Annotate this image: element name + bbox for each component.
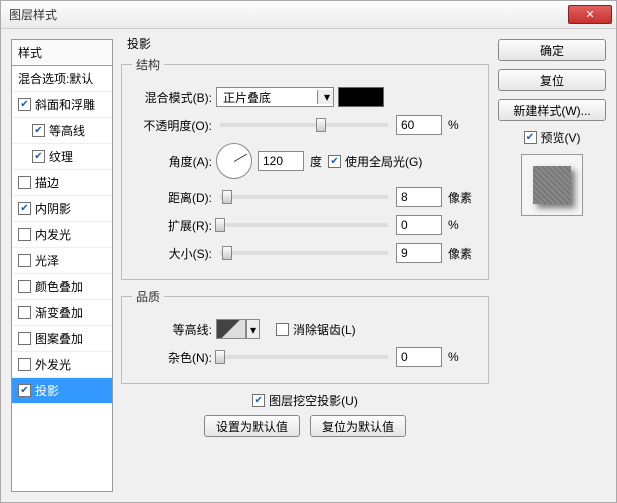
sidebar-item-5[interactable]: 内阴影 xyxy=(12,196,112,222)
contour-picker[interactable] xyxy=(216,319,246,339)
check-icon xyxy=(32,124,45,137)
check-icon xyxy=(18,332,31,345)
sidebar-item-1[interactable]: 斜面和浮雕 xyxy=(12,92,112,118)
global-light-checkbox[interactable]: 使用全局光(G) xyxy=(328,153,422,170)
angle-label: 角度(A): xyxy=(132,153,216,170)
sidebar-item-3[interactable]: 纹理 xyxy=(12,144,112,170)
set-default-button[interactable]: 设置为默认值 xyxy=(204,415,300,437)
size-input[interactable]: 9 xyxy=(396,243,442,263)
sidebar-item-4[interactable]: 描边 xyxy=(12,170,112,196)
sidebar-item-label: 等高线 xyxy=(49,122,85,139)
blend-mode-label: 混合模式(B): xyxy=(132,89,216,106)
check-icon xyxy=(18,384,31,397)
chevron-down-icon: ▾ xyxy=(317,90,333,104)
check-icon xyxy=(524,131,537,144)
check-icon xyxy=(18,176,31,189)
size-label: 大小(S): xyxy=(132,245,216,262)
check-icon xyxy=(18,98,31,111)
close-button[interactable]: ✕ xyxy=(568,5,612,24)
preview-thumbnail xyxy=(521,154,583,216)
angle-input[interactable]: 120 xyxy=(258,151,304,171)
check-icon xyxy=(18,202,31,215)
sidebar-item-6[interactable]: 内发光 xyxy=(12,222,112,248)
noise-slider[interactable] xyxy=(220,355,388,359)
distance-input[interactable]: 8 xyxy=(396,187,442,207)
ok-button[interactable]: 确定 xyxy=(498,39,606,61)
sidebar-item-label: 混合选项:默认 xyxy=(18,70,93,87)
sidebar-item-2[interactable]: 等高线 xyxy=(12,118,112,144)
drop-shadow-panel: 投影 结构 混合模式(B): 正片叠底 ▾ 不透明度(O): 60 % xyxy=(121,33,489,437)
sidebar-item-12[interactable]: 投影 xyxy=(12,378,112,404)
sidebar-item-label: 内发光 xyxy=(35,226,71,243)
check-icon xyxy=(18,358,31,371)
preview-sample xyxy=(533,166,571,204)
opacity-slider[interactable] xyxy=(220,123,388,127)
spread-slider[interactable] xyxy=(220,223,388,227)
check-icon xyxy=(252,394,265,407)
cancel-button[interactable]: 复位 xyxy=(498,69,606,91)
sidebar-item-8[interactable]: 颜色叠加 xyxy=(12,274,112,300)
check-icon xyxy=(32,150,45,163)
reset-default-button[interactable]: 复位为默认值 xyxy=(310,415,406,437)
layer-style-dialog: 图层样式 ✕ 样式 混合选项:默认斜面和浮雕等高线纹理描边内阴影内发光光泽颜色叠… xyxy=(0,0,617,503)
structure-legend: 结构 xyxy=(132,56,164,73)
sidebar-item-label: 内阴影 xyxy=(35,200,71,217)
sidebar-item-label: 渐变叠加 xyxy=(35,304,83,321)
opacity-unit: % xyxy=(448,118,478,132)
sidebar-item-9[interactable]: 渐变叠加 xyxy=(12,300,112,326)
style-list: 样式 混合选项:默认斜面和浮雕等高线纹理描边内阴影内发光光泽颜色叠加渐变叠加图案… xyxy=(11,39,113,492)
opacity-input[interactable]: 60 xyxy=(396,115,442,135)
spread-input[interactable]: 0 xyxy=(396,215,442,235)
check-icon xyxy=(18,254,31,267)
quality-group: 品质 等高线: ▾ 消除锯齿(L) 杂色(N): 0 % xyxy=(121,288,489,384)
sidebar-item-7[interactable]: 光泽 xyxy=(12,248,112,274)
spread-unit: % xyxy=(448,218,478,232)
check-icon xyxy=(18,306,31,319)
sidebar-item-label: 斜面和浮雕 xyxy=(35,96,95,113)
antialias-checkbox[interactable]: 消除锯齿(L) xyxy=(276,321,356,338)
sidebar-item-label: 外发光 xyxy=(35,356,71,373)
sidebar-item-0[interactable]: 混合选项:默认 xyxy=(12,66,112,92)
sidebar-item-label: 图案叠加 xyxy=(35,330,83,347)
chevron-down-icon[interactable]: ▾ xyxy=(246,319,260,339)
right-column: 确定 复位 新建样式(W)... 预览(V) xyxy=(498,39,606,216)
spread-label: 扩展(R): xyxy=(132,217,216,234)
titlebar: 图层样式 ✕ xyxy=(1,1,616,29)
check-icon xyxy=(18,280,31,293)
check-icon xyxy=(276,323,289,336)
distance-unit: 像素 xyxy=(448,189,478,206)
sidebar-item-label: 描边 xyxy=(35,174,59,191)
shadow-color-swatch[interactable] xyxy=(338,87,384,107)
sidebar-item-label: 颜色叠加 xyxy=(35,278,83,295)
noise-input[interactable]: 0 xyxy=(396,347,442,367)
noise-label: 杂色(N): xyxy=(132,349,216,366)
sidebar-item-label: 投影 xyxy=(35,382,59,399)
angle-dial[interactable] xyxy=(216,143,252,179)
panel-title: 投影 xyxy=(127,35,489,52)
angle-unit: 度 xyxy=(310,153,322,170)
blend-mode-select[interactable]: 正片叠底 ▾ xyxy=(216,87,334,107)
knockout-checkbox[interactable]: 图层挖空投影(U) xyxy=(252,392,358,409)
quality-legend: 品质 xyxy=(132,288,164,305)
noise-unit: % xyxy=(448,350,478,364)
distance-slider[interactable] xyxy=(220,195,388,199)
sidebar-item-10[interactable]: 图案叠加 xyxy=(12,326,112,352)
size-unit: 像素 xyxy=(448,245,478,262)
check-icon xyxy=(328,155,341,168)
sidebar-item-label: 光泽 xyxy=(35,252,59,269)
style-list-header: 样式 xyxy=(12,40,112,66)
structure-group: 结构 混合模式(B): 正片叠底 ▾ 不透明度(O): 60 % 角 xyxy=(121,56,489,280)
size-slider[interactable] xyxy=(220,251,388,255)
preview-checkbox[interactable]: 预览(V) xyxy=(524,129,581,146)
distance-label: 距离(D): xyxy=(132,189,216,206)
contour-label: 等高线: xyxy=(132,321,216,338)
new-style-button[interactable]: 新建样式(W)... xyxy=(498,99,606,121)
window-title: 图层样式 xyxy=(9,6,568,23)
opacity-label: 不透明度(O): xyxy=(132,117,216,134)
sidebar-item-11[interactable]: 外发光 xyxy=(12,352,112,378)
check-icon xyxy=(18,228,31,241)
sidebar-item-label: 纹理 xyxy=(49,148,73,165)
